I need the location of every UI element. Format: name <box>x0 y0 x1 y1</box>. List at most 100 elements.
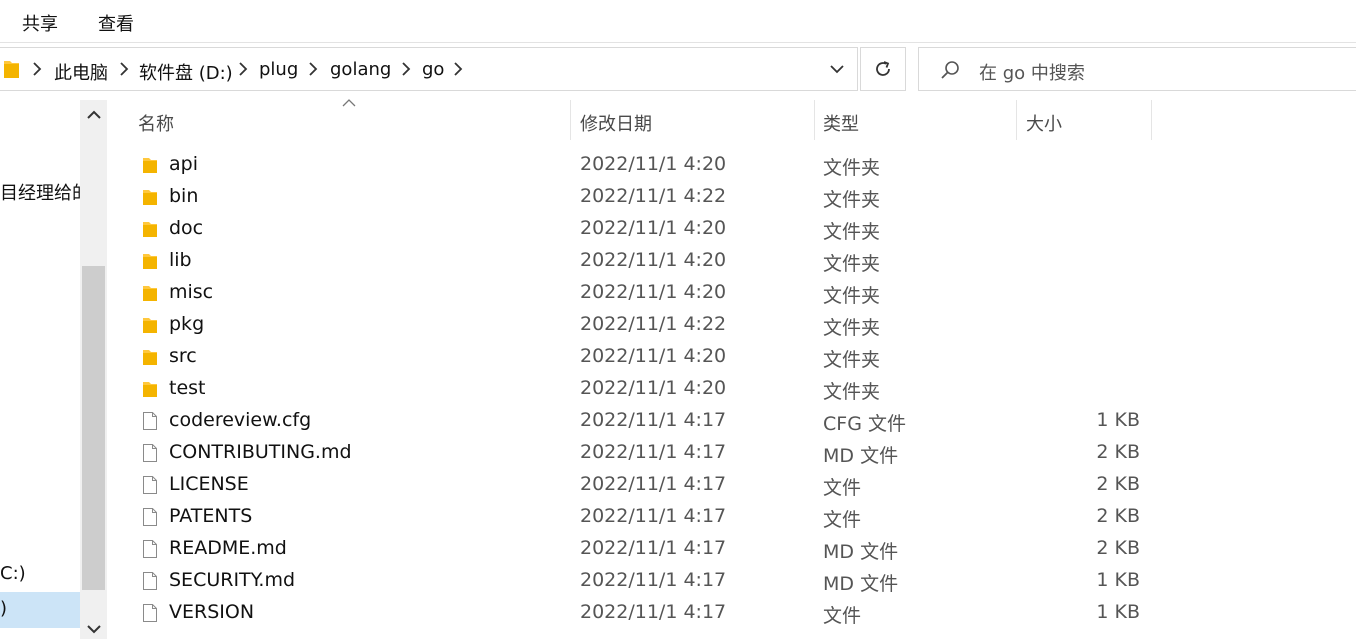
breadcrumb-this-pc[interactable]: 此电脑 <box>54 59 108 85</box>
folder-icon <box>140 315 160 335</box>
nav-item-drive-c[interactable]: C:) <box>0 563 26 584</box>
file-type: 文件 <box>823 605 862 627</box>
folder-row[interactable]: misc 2022/11/1 4:20 文件夹 <box>130 277 1150 309</box>
column-header-size[interactable]: 大小 <box>1017 100 1151 140</box>
file-name: codereview.cfg <box>169 409 312 431</box>
file-size: 2 KB <box>1096 505 1140 527</box>
chevron-right-icon[interactable] <box>452 61 464 77</box>
file-date: 2022/11/1 4:17 <box>580 441 727 463</box>
column-header-date[interactable]: 修改日期 <box>571 100 814 140</box>
search-input[interactable]: 在 go 中搜索 <box>979 59 1085 85</box>
file-date: 2022/11/1 4:17 <box>580 409 727 431</box>
file-date: 2022/11/1 4:20 <box>580 345 727 367</box>
file-name: README.md <box>169 537 287 559</box>
chevron-down-icon[interactable] <box>828 60 846 78</box>
file-date: 2022/11/1 4:20 <box>580 249 727 271</box>
file-type: 文件夹 <box>823 221 881 243</box>
file-row[interactable]: SECURITY.md 2022/11/1 4:17 MD 文件 1 KB <box>130 565 1150 597</box>
scroll-up-icon[interactable] <box>85 108 103 122</box>
file-type: 文件 <box>823 477 862 499</box>
folder-icon <box>140 219 160 239</box>
file-type: MD 文件 <box>823 573 899 595</box>
file-type: MD 文件 <box>823 445 899 467</box>
folder-icon <box>140 379 160 399</box>
nav-item-label: ) <box>0 598 8 619</box>
file-icon <box>140 475 160 495</box>
file-row[interactable]: CONTRIBUTING.md 2022/11/1 4:17 MD 文件 2 KB <box>130 437 1150 469</box>
column-divider[interactable] <box>1151 100 1152 140</box>
file-date: 2022/11/1 4:17 <box>580 537 727 559</box>
file-type: 文件夹 <box>823 189 881 211</box>
breadcrumb-golang[interactable]: golang <box>330 59 391 80</box>
file-date: 2022/11/1 4:17 <box>580 505 727 527</box>
scroll-down-icon[interactable] <box>85 622 103 636</box>
folder-icon <box>4 61 19 78</box>
search-icon <box>941 61 959 79</box>
file-icon <box>140 443 160 463</box>
file-date: 2022/11/1 4:17 <box>580 569 727 591</box>
folder-row[interactable]: src 2022/11/1 4:20 文件夹 <box>130 341 1150 373</box>
file-name: lib <box>169 249 192 271</box>
file-name: doc <box>169 217 204 239</box>
file-size: 2 KB <box>1096 473 1140 495</box>
file-name: api <box>169 153 198 175</box>
file-size: 1 KB <box>1096 409 1140 431</box>
chevron-right-icon[interactable] <box>237 61 249 77</box>
folder-row[interactable]: api 2022/11/1 4:20 文件夹 <box>130 149 1150 181</box>
folder-row[interactable]: test 2022/11/1 4:20 文件夹 <box>130 373 1150 405</box>
column-header-label: 类型 <box>823 114 859 135</box>
file-icon <box>140 507 160 527</box>
file-icon <box>140 539 160 559</box>
file-date: 2022/11/1 4:22 <box>580 185 727 207</box>
refresh-button[interactable] <box>860 47 906 91</box>
column-header-label: 名称 <box>138 114 174 135</box>
scrollbar-thumb[interactable] <box>82 266 105 590</box>
column-header-label: 修改日期 <box>580 114 652 135</box>
column-header-type[interactable]: 类型 <box>815 100 1016 140</box>
breadcrumb-plug[interactable]: plug <box>259 59 298 80</box>
breadcrumb-drive-d[interactable]: 软件盘 (D:) <box>139 59 233 85</box>
file-size: 2 KB <box>1096 537 1140 559</box>
file-row[interactable]: PATENTS 2022/11/1 4:17 文件 2 KB <box>130 501 1150 533</box>
file-size: 1 KB <box>1096 569 1140 591</box>
file-type: 文件夹 <box>823 349 881 371</box>
folder-row[interactable]: lib 2022/11/1 4:20 文件夹 <box>130 245 1150 277</box>
file-size: 2 KB <box>1096 441 1140 463</box>
chevron-right-icon[interactable] <box>400 61 412 77</box>
file-date: 2022/11/1 4:20 <box>580 217 727 239</box>
file-name: bin <box>169 185 199 207</box>
search-box[interactable]: 在 go 中搜索 <box>918 47 1356 91</box>
file-row[interactable]: VERSION 2022/11/1 4:17 文件 1 KB <box>130 597 1150 629</box>
file-row[interactable]: codereview.cfg 2022/11/1 4:17 CFG 文件 1 KB <box>130 405 1150 437</box>
folder-row[interactable]: pkg 2022/11/1 4:22 文件夹 <box>130 309 1150 341</box>
chevron-right-icon[interactable] <box>307 61 319 77</box>
nav-item-project-manager[interactable]: 目经理给的 <box>0 179 90 205</box>
file-date: 2022/11/1 4:20 <box>580 281 727 303</box>
file-size: 1 KB <box>1096 601 1140 623</box>
file-type: MD 文件 <box>823 541 899 563</box>
folder-icon <box>140 347 160 367</box>
folder-row[interactable]: doc 2022/11/1 4:20 文件夹 <box>130 213 1150 245</box>
file-date: 2022/11/1 4:20 <box>580 153 727 175</box>
tab-view[interactable]: 查看 <box>98 10 134 36</box>
file-name: PATENTS <box>169 505 253 527</box>
file-row[interactable]: README.md 2022/11/1 4:17 MD 文件 2 KB <box>130 533 1150 565</box>
file-row[interactable]: LICENSE 2022/11/1 4:17 文件 2 KB <box>130 469 1150 501</box>
address-bar[interactable]: 此电脑 软件盘 (D:) plug golang go <box>0 47 858 91</box>
file-date: 2022/11/1 4:20 <box>580 377 727 399</box>
file-name: SECURITY.md <box>169 569 296 591</box>
file-date: 2022/11/1 4:17 <box>580 601 727 623</box>
refresh-icon <box>876 61 890 76</box>
column-header-name[interactable]: 名称 <box>130 100 570 140</box>
folder-row[interactable]: bin 2022/11/1 4:22 文件夹 <box>130 181 1150 213</box>
nav-item-selected[interactable]: ) <box>0 592 80 628</box>
file-name: src <box>169 345 197 367</box>
file-type: 文件夹 <box>823 317 881 339</box>
breadcrumb-go[interactable]: go <box>422 59 444 80</box>
file-icon <box>140 603 160 623</box>
file-type: 文件夹 <box>823 381 881 403</box>
chevron-right-icon[interactable] <box>118 61 130 77</box>
file-type: 文件夹 <box>823 157 881 179</box>
tab-share[interactable]: 共享 <box>22 10 58 36</box>
folder-icon <box>140 251 160 271</box>
